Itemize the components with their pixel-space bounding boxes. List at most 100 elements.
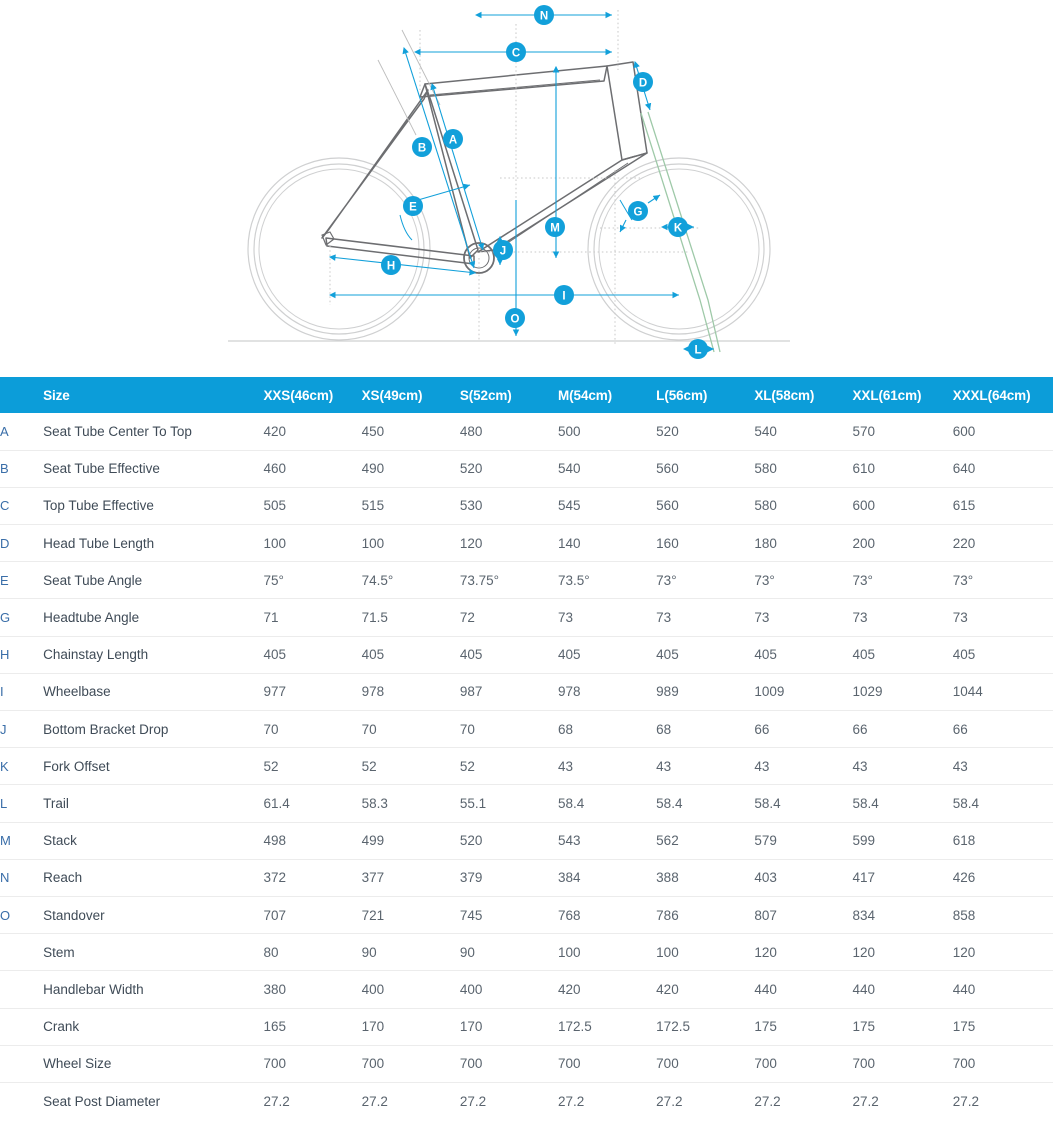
- row-value: 180: [754, 535, 777, 551]
- row-value: 27.2: [459, 1093, 487, 1109]
- row-value: 545: [558, 498, 581, 514]
- row-value: 745: [459, 907, 483, 923]
- row-key: L: [0, 795, 8, 811]
- row-value: 73°: [952, 572, 974, 588]
- row-value: 615: [952, 498, 976, 514]
- row-value: 1029: [852, 684, 883, 700]
- rear-wheel-icon: [247, 157, 431, 341]
- dimension-badge-a: A: [443, 129, 463, 149]
- row-value: 978: [558, 684, 581, 700]
- table-row: C Top Tube Effective 505 515 530 545 560 580 600…: [0, 487, 1053, 525]
- row-value: 120: [952, 944, 976, 960]
- header-size-s: S(52cm): [459, 387, 512, 403]
- table-row: Seat Post Diameter 27.2 27.2 27.2 27.2 27.2 27…: [0, 1082, 1053, 1119]
- row-value: 499: [361, 833, 385, 849]
- row-value: 170: [361, 1019, 385, 1035]
- row-label: Chainstay Length: [43, 647, 149, 663]
- row-value: 71: [263, 610, 279, 626]
- row-value: 520: [459, 833, 483, 849]
- row-value: 700: [558, 1056, 581, 1072]
- row-value: 100: [656, 944, 679, 960]
- table-row: H Chainstay Length 405 405 405 405 405 405 405 40…: [0, 636, 1053, 674]
- row-value: 700: [459, 1056, 483, 1072]
- badge-label: L: [694, 344, 701, 356]
- row-value: 100: [263, 535, 287, 551]
- row-value: 120: [754, 944, 777, 960]
- row-value: 55.1: [459, 795, 487, 811]
- row-key: K: [0, 758, 9, 774]
- row-label: Standover: [43, 907, 105, 923]
- geometry-page: N C D A B E G K M J H I O L Size XXS(46cm) XS(49cm) S…: [0, 0, 1053, 1124]
- row-key: [0, 1008, 43, 1045]
- dimension-badge-n: N: [534, 5, 554, 25]
- table-row: K Fork Offset 52 52 52 43 43 43 43 43: [0, 748, 1053, 785]
- row-value: 405: [361, 647, 385, 663]
- row-value: 58.4: [558, 795, 585, 811]
- row-value: 27.2: [952, 1093, 979, 1109]
- dimension-badge-j: J: [493, 240, 513, 260]
- dimension-badge-l: L: [688, 339, 708, 359]
- row-label: Reach: [43, 870, 83, 886]
- row-value: 120: [852, 944, 876, 960]
- row-value: 987: [459, 684, 483, 700]
- row-value: 100: [558, 944, 581, 960]
- row-value: 420: [263, 423, 287, 439]
- table-row: O Standover 707 721 745 768 786 807 834 858: [0, 896, 1053, 934]
- table-row: L Trail 61.4 58.3 55.1 58.4 58.4 58.4 58.4 58.4: [0, 785, 1053, 823]
- row-value: 405: [852, 647, 876, 663]
- row-label: Handlebar Width: [43, 981, 144, 997]
- row-label: Top Tube Effective: [43, 498, 154, 514]
- row-value: 73°: [754, 572, 775, 588]
- row-value: 580: [754, 461, 777, 477]
- row-value: 560: [656, 461, 679, 477]
- header-size-l: L(56cm): [656, 387, 708, 403]
- row-key: D: [0, 535, 10, 551]
- row-value: 480: [459, 423, 483, 439]
- row-value: 70: [263, 721, 279, 737]
- row-value: 640: [952, 461, 976, 477]
- row-value: 400: [361, 981, 385, 997]
- row-value: 73°: [852, 572, 873, 588]
- row-key: O: [0, 907, 11, 923]
- row-value: 90: [361, 944, 377, 960]
- row-key: J: [0, 721, 7, 737]
- header-size-xl: XL(58cm): [754, 387, 815, 403]
- row-value: 405: [754, 647, 777, 663]
- row-value: 175: [952, 1019, 976, 1035]
- row-value: 426: [952, 870, 976, 886]
- row-value: 172.5: [656, 1019, 690, 1035]
- row-label: Seat Post Diameter: [43, 1093, 161, 1109]
- row-value: 405: [263, 647, 287, 663]
- row-value: 610: [852, 461, 876, 477]
- row-value: 66: [754, 721, 770, 737]
- row-label: Seat Tube Center To Top: [43, 423, 192, 439]
- row-value: 140: [558, 535, 581, 551]
- front-wheel-icon: [587, 157, 771, 341]
- row-value: 170: [459, 1019, 483, 1035]
- row-label: Fork Offset: [43, 758, 110, 774]
- row-value: 73: [852, 610, 868, 626]
- row-value: 989: [656, 684, 679, 700]
- row-value: 420: [558, 981, 581, 997]
- row-value: 70: [361, 721, 377, 737]
- badge-label: G: [634, 206, 643, 218]
- row-key: M: [0, 833, 11, 849]
- row-value: 100: [361, 535, 385, 551]
- row-value: 600: [852, 498, 876, 514]
- row-key: E: [0, 572, 9, 588]
- row-key: [0, 1082, 43, 1119]
- row-value: 74.5°: [361, 572, 394, 588]
- badge-label: C: [512, 47, 520, 59]
- dimension-badge-e: E: [403, 196, 423, 216]
- row-label: Head Tube Length: [43, 535, 155, 551]
- row-value: 70: [459, 721, 475, 737]
- row-value: 160: [656, 535, 679, 551]
- row-value: 977: [263, 684, 287, 700]
- row-value: 618: [952, 833, 976, 849]
- row-key: I: [0, 684, 4, 700]
- row-value: 786: [656, 907, 679, 923]
- row-value: 68: [656, 721, 672, 737]
- row-value: 721: [361, 907, 385, 923]
- row-value: 73.5°: [558, 572, 590, 588]
- table-row: J Bottom Bracket Drop 70 70 70 68 68 66 66 66: [0, 711, 1053, 748]
